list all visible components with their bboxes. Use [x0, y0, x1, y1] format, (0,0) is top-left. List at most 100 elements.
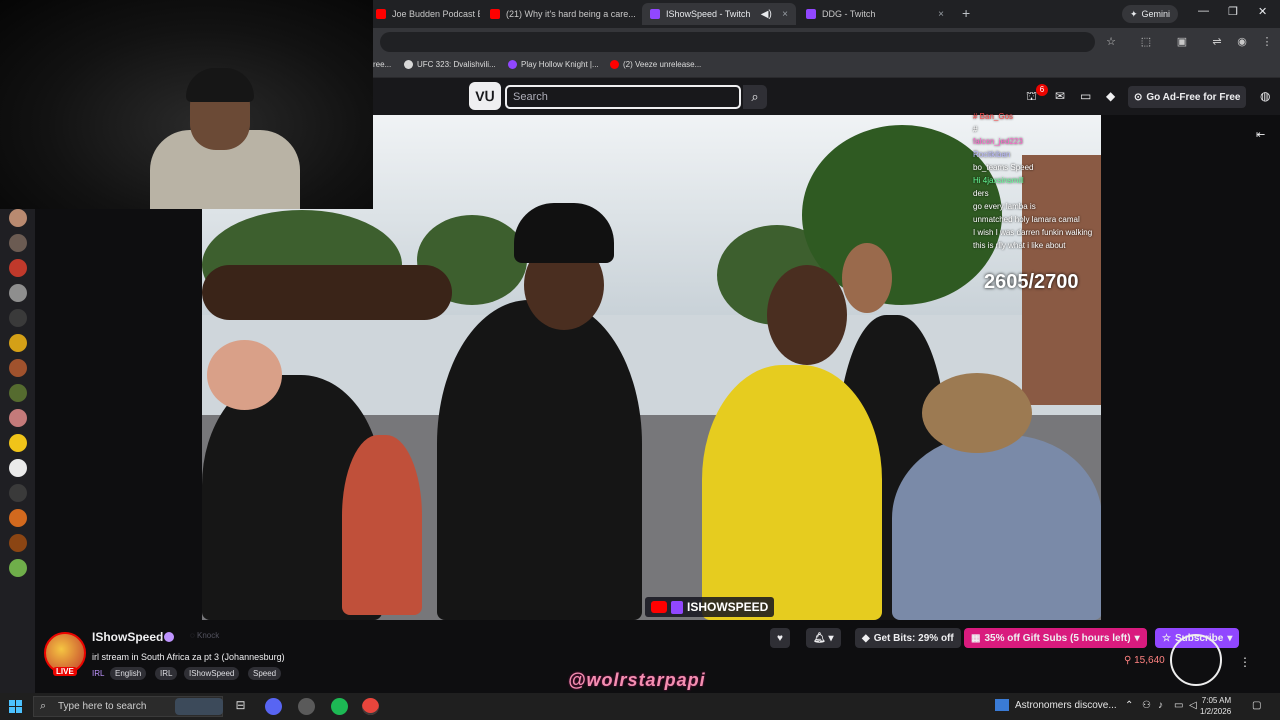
video-icon[interactable]: [9, 309, 27, 327]
video-face: [767, 265, 847, 365]
channel-avatar[interactable]: [9, 434, 27, 452]
channel-avatar[interactable]: [9, 534, 27, 552]
knock-button[interactable]: ◌ Knock: [190, 631, 219, 640]
tab-joe-budden[interactable]: Joe Budden Podcast E... ×: [368, 3, 480, 25]
bookmark-item[interactable]: (2) Veeze unrelease...: [610, 60, 701, 69]
profile-icon[interactable]: ◉: [1235, 35, 1249, 49]
tab-ishowspeed[interactable]: IShowSpeed - Twitch ◀) ×: [642, 3, 796, 25]
close-icon[interactable]: ×: [782, 9, 788, 20]
user-avatar[interactable]: ◍: [1260, 89, 1270, 103]
bits-icon[interactable]: ◆: [1106, 89, 1115, 103]
tab-label: Joe Budden Podcast E...: [392, 9, 480, 19]
twitch-logo-icon[interactable]: Vᑌ: [469, 82, 501, 110]
search-input[interactable]: Search: [505, 85, 741, 109]
tab-why-hard[interactable]: (21) Why it's hard being a care... ×: [482, 3, 640, 25]
chat-overlay-line: Rocitkiban: [973, 150, 1011, 159]
expand-chat-icon[interactable]: ⇤: [1256, 128, 1265, 141]
video-bucket-hat: [514, 203, 614, 263]
go-ad-free-button[interactable]: ⊙ Go Ad-Free for Free: [1128, 86, 1247, 108]
chat-panel-collapsed: [1101, 115, 1280, 620]
channel-avatar[interactable]: [9, 384, 27, 402]
twitch-icon: [508, 60, 517, 69]
tab-ddg[interactable]: DDG - Twitch ×: [798, 3, 952, 25]
twitch-icon: [806, 9, 816, 19]
webcam-overlay: [0, 0, 373, 209]
channel-avatar[interactable]: [9, 234, 27, 252]
minimize-icon[interactable]: —: [1198, 5, 1209, 17]
search-icon: ⌕: [40, 700, 47, 712]
chat-overlay-line: I wish I was darren funkin walking: [973, 228, 1093, 237]
channel-avatar[interactable]: [9, 409, 27, 427]
monitor-icon[interactable]: ▭: [1174, 700, 1183, 711]
channel-avatar[interactable]: [9, 209, 27, 227]
channel-name[interactable]: IShowSpeed: [92, 630, 163, 644]
sidepanel-icon[interactable]: ▣: [1175, 35, 1189, 49]
chat-overlay-line: bo_teams Speed: [973, 163, 1034, 172]
channel-avatar[interactable]: [9, 334, 27, 352]
search-button[interactable]: ⌕: [743, 85, 767, 109]
whispers-icon[interactable]: ▭: [1080, 89, 1091, 103]
tab-label: (21) Why it's hard being a care...: [506, 9, 636, 19]
video-icon[interactable]: [9, 484, 27, 502]
gemini-button[interactable]: ✦ Gemini: [1122, 5, 1179, 23]
translate-icon[interactable]: ⇌: [1210, 35, 1224, 49]
windows-start-icon[interactable]: [9, 700, 22, 713]
network-icon[interactable]: ⚇: [1142, 700, 1151, 711]
bell-icon: 🔔︎ ▾: [813, 632, 834, 644]
video-person-yellow-jersey: [702, 365, 882, 620]
channel-avatar[interactable]: [9, 559, 27, 577]
close-icon[interactable]: ×: [938, 9, 944, 20]
task-view-icon[interactable]: ⊟: [232, 698, 249, 715]
gift-subs-button[interactable]: ▦ 35% off Gift Subs (5 hours left) ▾: [964, 628, 1147, 648]
volume-icon[interactable]: ◁: [1189, 700, 1197, 711]
maximize-icon[interactable]: ❐: [1228, 5, 1238, 18]
tag-irl[interactable]: IRL: [155, 667, 178, 680]
channel-avatar[interactable]: [9, 509, 27, 527]
notify-button[interactable]: 🔔︎ ▾: [806, 628, 841, 648]
search-placeholder: Search: [513, 91, 548, 103]
twitch-icon: [650, 9, 660, 19]
follow-button[interactable]: ♥: [770, 628, 790, 648]
tag-ishowspeed[interactable]: IShowSpeed: [184, 667, 240, 680]
tag-speed[interactable]: Speed: [248, 667, 282, 680]
spotify-icon[interactable]: [331, 698, 348, 715]
chrome-icon[interactable]: [362, 698, 379, 715]
verified-icon: [164, 632, 174, 642]
chat-overlay-line: unmatched holy lamara camal: [973, 215, 1080, 224]
chevron-down-icon: ▾: [1227, 632, 1233, 644]
notification-center-icon[interactable]: ▢: [1252, 700, 1261, 711]
tag-english[interactable]: English: [110, 667, 147, 680]
speaker-icon[interactable]: ◀): [761, 9, 772, 20]
obs-icon[interactable]: [298, 698, 315, 715]
heart-icon: ♥: [777, 632, 783, 644]
discord-icon[interactable]: [265, 698, 282, 715]
address-field[interactable]: [380, 32, 1095, 52]
bookmark-item[interactable]: Play Hollow Knight |...: [508, 60, 599, 69]
news-widget[interactable]: Astronomers discove...: [995, 699, 1117, 711]
star-icon[interactable]: ☆: [1104, 35, 1118, 49]
more-options-icon[interactable]: ⋮: [1239, 655, 1251, 669]
system-clock[interactable]: 7:05 AM 1/2/2026: [1200, 695, 1231, 717]
gift-icon: ▦: [971, 632, 981, 644]
bookmark-item[interactable]: ree...: [373, 60, 391, 69]
chevron-up-icon[interactable]: ⌃: [1125, 700, 1133, 711]
sparkle-icon: ✦: [1130, 8, 1138, 19]
category-link[interactable]: IRL: [92, 669, 104, 678]
close-window-icon[interactable]: ✕: [1258, 5, 1267, 18]
channel-avatar[interactable]: [9, 284, 27, 302]
new-tab-button[interactable]: +: [962, 5, 970, 21]
alien-widget-icon[interactable]: [175, 698, 223, 715]
channel-avatar[interactable]: [9, 259, 27, 277]
crown-icon: ⊙: [1134, 91, 1143, 103]
microphone-icon[interactable]: ♪: [1158, 700, 1163, 711]
menu-icon[interactable]: ⋮: [1260, 35, 1274, 49]
channel-avatar[interactable]: [9, 459, 27, 477]
channel-avatar[interactable]: [9, 359, 27, 377]
notifications-icon[interactable]: ✉: [1055, 89, 1065, 103]
notification-badge: 6: [1036, 84, 1048, 96]
extensions-icon[interactable]: ⬚: [1139, 35, 1153, 49]
get-bits-button[interactable]: ◆ Get Bits: 29% off: [855, 628, 961, 648]
live-badge: LIVE: [53, 667, 77, 676]
bookmark-item[interactable]: UFC 323: Dvalishvili...: [404, 60, 496, 69]
news-icon: [995, 699, 1009, 711]
